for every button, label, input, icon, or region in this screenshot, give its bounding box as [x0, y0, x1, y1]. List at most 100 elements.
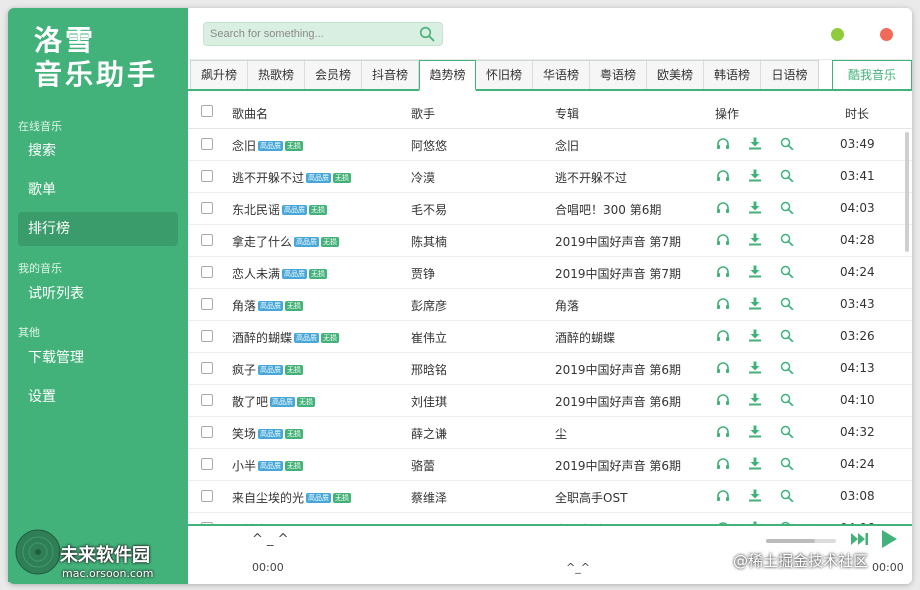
- volume-slider[interactable]: [766, 539, 836, 543]
- singer-cell[interactable]: 阿悠悠: [411, 137, 447, 154]
- table-row[interactable]: 小半 高品质 无损 骆蕾 2019中国好声音 第6期 04:24: [188, 449, 912, 481]
- download-icon[interactable]: [748, 425, 762, 438]
- table-row[interactable]: 酒醉的蝴蝶 高品质 无损 崔伟立 酒醉的蝴蝶 03:26: [188, 321, 912, 353]
- source-button[interactable]: 酷我音乐: [832, 60, 912, 89]
- song-name-cell[interactable]: 角落 高品质 无损: [232, 297, 304, 314]
- tab-3[interactable]: 会员榜: [305, 61, 362, 89]
- table-row[interactable]: 恋人未满 高品质 无损 贾铮 2019中国好声音 第7期 04:24: [188, 257, 912, 289]
- search-icon[interactable]: [780, 457, 794, 470]
- close-button[interactable]: [880, 28, 893, 41]
- listen-icon[interactable]: [716, 297, 730, 310]
- play-icon[interactable]: [880, 529, 898, 552]
- row-checkbox[interactable]: [201, 266, 213, 278]
- song-name-cell[interactable]: 来自尘埃的光 高品质 无损: [232, 489, 352, 506]
- sidebar-item-settings[interactable]: 设置: [18, 380, 178, 414]
- row-checkbox[interactable]: [201, 234, 213, 246]
- tab-6[interactable]: 怀旧榜: [476, 61, 533, 89]
- album-cell[interactable]: 2019中国好声音 第6期: [555, 361, 681, 378]
- tab-7[interactable]: 华语榜: [533, 61, 590, 89]
- search-icon[interactable]: [780, 297, 794, 310]
- table-row[interactable]: 角落 高品质 无损 彭席彦 角落 03:43: [188, 289, 912, 321]
- album-cell[interactable]: 尘: [555, 425, 567, 442]
- song-name-cell[interactable]: 拿走了什么 高品质 无损: [232, 233, 340, 250]
- listen-icon[interactable]: [716, 233, 730, 246]
- tab-10[interactable]: 韩语榜: [704, 61, 761, 89]
- album-cell[interactable]: 2019中国好声音 第6期: [555, 457, 681, 474]
- listen-icon[interactable]: [716, 201, 730, 214]
- tab-9[interactable]: 欧美榜: [647, 61, 704, 89]
- listen-icon[interactable]: [716, 393, 730, 406]
- listen-icon[interactable]: [716, 457, 730, 470]
- download-icon[interactable]: [748, 297, 762, 310]
- search-icon[interactable]: [419, 26, 435, 42]
- table-row[interactable]: 疯子 高品质 无损 邢晗铭 2019中国好声音 第6期 04:13: [188, 353, 912, 385]
- search-icon[interactable]: [780, 425, 794, 438]
- download-icon[interactable]: [748, 201, 762, 214]
- sidebar-item-listen-list[interactable]: 试听列表: [18, 277, 178, 311]
- singer-cell[interactable]: 骆蕾: [411, 457, 435, 474]
- album-cell[interactable]: 角落: [555, 297, 579, 314]
- select-all-checkbox[interactable]: [201, 105, 213, 117]
- search-icon[interactable]: [780, 329, 794, 342]
- album-cell[interactable]: 逃不开躲不过: [555, 169, 627, 186]
- song-name-cell[interactable]: 笑场 高品质 无损: [232, 425, 304, 442]
- song-name-cell[interactable]: 东北民谣 高品质 无损: [232, 201, 328, 218]
- row-checkbox[interactable]: [201, 458, 213, 470]
- singer-cell[interactable]: 崔伟立: [411, 329, 447, 346]
- singer-cell[interactable]: 邢晗铭: [411, 361, 447, 378]
- row-checkbox[interactable]: [201, 330, 213, 342]
- table-row[interactable]: 拿走了什么 高品质 无损 陈其楠 2019中国好声音 第7期 04:28: [188, 225, 912, 257]
- tab-5[interactable]: 趋势榜: [419, 60, 476, 91]
- search-icon[interactable]: [780, 169, 794, 182]
- table-row[interactable]: 散了吧 高品质 无损 刘佳琪 2019中国好声音 第6期 04:10: [188, 385, 912, 417]
- download-icon[interactable]: [748, 361, 762, 374]
- row-checkbox[interactable]: [201, 298, 213, 310]
- table-row[interactable]: 念旧 高品质 无损 阿悠悠 念旧 03:49: [188, 129, 912, 161]
- search-icon[interactable]: [780, 361, 794, 374]
- download-icon[interactable]: [748, 169, 762, 182]
- sidebar-item-downloads[interactable]: 下载管理: [18, 341, 178, 375]
- singer-cell[interactable]: 毛不易: [411, 201, 447, 218]
- singer-cell[interactable]: 冷漠: [411, 169, 435, 186]
- table-row[interactable]: 笑场 高品质 无损 薛之谦 尘 04:32: [188, 417, 912, 449]
- song-name-cell[interactable]: 疯子 高品质 无损: [232, 361, 304, 378]
- tab-8[interactable]: 粤语榜: [590, 61, 647, 89]
- download-icon[interactable]: [748, 489, 762, 502]
- row-checkbox[interactable]: [201, 394, 213, 406]
- download-icon[interactable]: [748, 265, 762, 278]
- album-cell[interactable]: 合唱吧！300 第6期: [555, 201, 661, 218]
- song-name-cell[interactable]: 酒醉的蝴蝶 高品质 无损: [232, 329, 340, 346]
- minimize-button[interactable]: [831, 28, 844, 41]
- song-name-cell[interactable]: 逃不开躲不过 高品质 无损: [232, 169, 352, 186]
- table-scrollbar[interactable]: [905, 132, 909, 252]
- tab-4[interactable]: 抖音榜: [362, 61, 419, 89]
- singer-cell[interactable]: 彭席彦: [411, 297, 447, 314]
- singer-cell[interactable]: 刘佳琪: [411, 393, 447, 410]
- download-icon[interactable]: [748, 393, 762, 406]
- listen-icon[interactable]: [716, 265, 730, 278]
- song-name-cell[interactable]: 散了吧 高品质 无损: [232, 393, 316, 410]
- singer-cell[interactable]: 薛之谦: [411, 425, 447, 442]
- singer-cell[interactable]: 陈其楠: [411, 233, 447, 250]
- next-track-icon[interactable]: [850, 531, 870, 550]
- album-cell[interactable]: 2019中国好声音 第7期: [555, 265, 681, 282]
- row-checkbox[interactable]: [201, 490, 213, 502]
- album-cell[interactable]: 酒醉的蝴蝶: [555, 329, 615, 346]
- search-icon[interactable]: [780, 393, 794, 406]
- listen-icon[interactable]: [716, 489, 730, 502]
- download-icon[interactable]: [748, 457, 762, 470]
- table-row[interactable]: 巅峰之上高品质无损毛不易全职高手OST04:06: [188, 513, 912, 524]
- search-icon[interactable]: [780, 265, 794, 278]
- song-name-cell[interactable]: 恋人未满 高品质 无损: [232, 265, 328, 282]
- search-icon[interactable]: [780, 489, 794, 502]
- row-checkbox[interactable]: [201, 426, 213, 438]
- tab-2[interactable]: 热歌榜: [248, 61, 305, 89]
- sidebar-item-search[interactable]: 搜索: [18, 134, 178, 168]
- table-row[interactable]: 来自尘埃的光 高品质 无损 蔡维泽 全职高手OST 03:08: [188, 481, 912, 513]
- search-icon[interactable]: [780, 201, 794, 214]
- album-cell[interactable]: 2019中国好声音 第6期: [555, 393, 681, 410]
- row-checkbox[interactable]: [201, 170, 213, 182]
- singer-cell[interactable]: 蔡维泽: [411, 489, 447, 506]
- album-cell[interactable]: 2019中国好声音 第7期: [555, 233, 681, 250]
- row-checkbox[interactable]: [201, 202, 213, 214]
